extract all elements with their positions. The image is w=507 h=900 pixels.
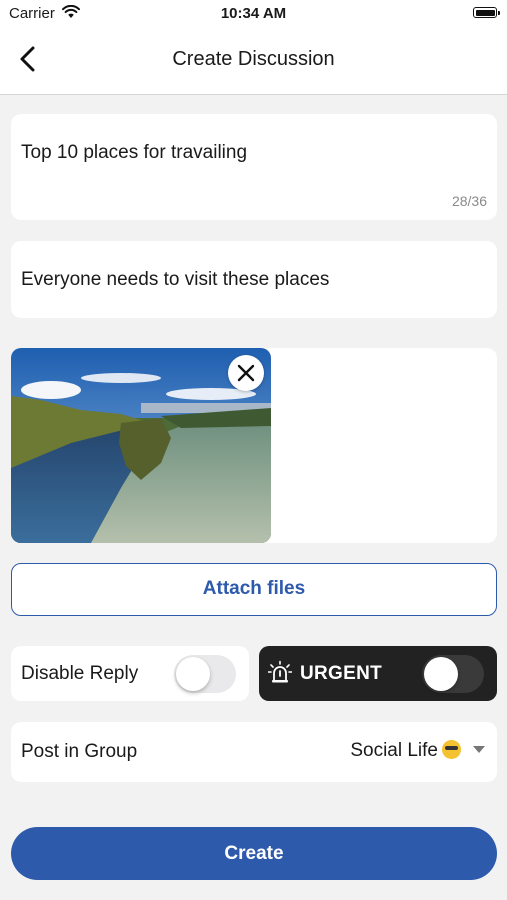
toggle-knob bbox=[176, 657, 210, 691]
disable-reply-label: Disable Reply bbox=[21, 663, 139, 684]
status-bar: Carrier 10:34 AM bbox=[0, 0, 507, 28]
page-title: Create Discussion bbox=[172, 48, 335, 70]
attachments-area bbox=[11, 348, 497, 543]
alarm-siren-icon bbox=[268, 660, 292, 683]
urgent-card: URGENT bbox=[259, 646, 497, 701]
disable-reply-card: Disable Reply bbox=[11, 646, 249, 701]
post-in-group-label: Post in Group bbox=[21, 741, 138, 762]
battery-icon bbox=[473, 7, 500, 18]
close-icon bbox=[237, 364, 255, 382]
group-select[interactable]: Social Life bbox=[350, 740, 485, 762]
discussion-description-field[interactable]: Everyone needs to visit these places bbox=[11, 241, 497, 318]
toggle-knob bbox=[424, 657, 458, 691]
discussion-title-value[interactable]: Top 10 places for travailing bbox=[21, 142, 247, 164]
chevron-down-icon bbox=[473, 746, 485, 753]
sunglasses-emoji-icon bbox=[442, 740, 461, 759]
nav-bar: Create Discussion bbox=[0, 28, 507, 95]
attach-files-button[interactable]: Attach files bbox=[11, 563, 497, 616]
discussion-description-value[interactable]: Everyone needs to visit these places bbox=[21, 269, 329, 291]
discussion-title-field[interactable]: Top 10 places for travailing 28/36 bbox=[11, 114, 497, 220]
title-char-counter: 28/36 bbox=[451, 193, 487, 209]
disable-reply-toggle[interactable] bbox=[174, 655, 236, 693]
urgent-label: URGENT bbox=[300, 663, 383, 684]
clock: 10:34 AM bbox=[220, 5, 287, 22]
create-button[interactable]: Create bbox=[11, 827, 497, 880]
remove-attachment-button[interactable] bbox=[228, 355, 264, 391]
post-in-group-row: Post in Group Social Life bbox=[11, 722, 497, 782]
urgent-toggle[interactable] bbox=[422, 655, 484, 693]
group-select-value: Social Life bbox=[350, 740, 438, 761]
